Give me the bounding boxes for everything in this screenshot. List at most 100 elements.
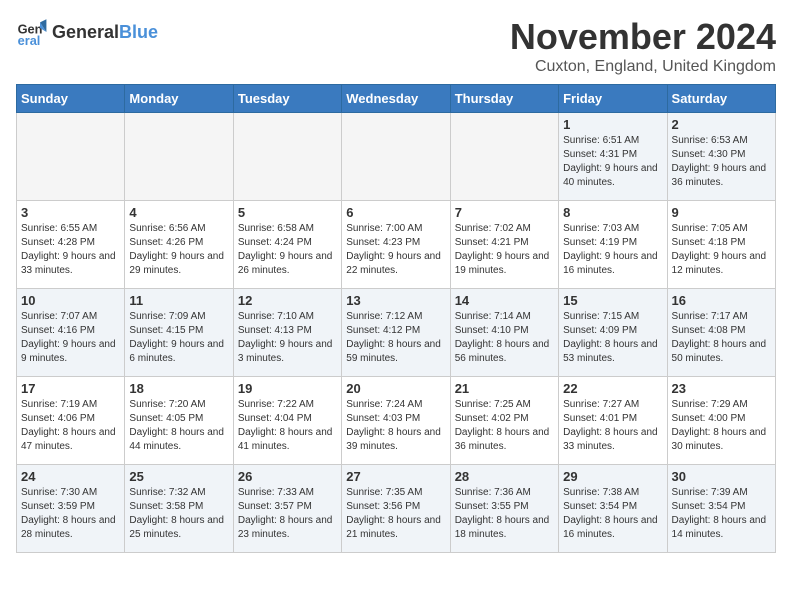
day-info: Sunrise: 6:55 AM Sunset: 4:28 PM Dayligh…: [21, 222, 120, 278]
calendar-table: SundayMondayTuesdayWednesdayThursdayFrid…: [16, 84, 776, 553]
day-info: Sunrise: 7:10 AM Sunset: 4:13 PM Dayligh…: [238, 310, 337, 366]
day-number: 15: [563, 293, 662, 308]
day-info: Sunrise: 7:35 AM Sunset: 3:56 PM Dayligh…: [346, 486, 445, 542]
day-number: 14: [455, 293, 554, 308]
day-number: 21: [455, 381, 554, 396]
calendar-cell: 19 Sunrise: 7:22 AM Sunset: 4:04 PM Dayli…: [233, 377, 341, 465]
calendar-cell: 5 Sunrise: 6:58 AM Sunset: 4:24 PM Daylig…: [233, 201, 341, 289]
calendar-cell: 26Sunrise: 7:33 AM Sunset: 3:57 PM Dayli…: [233, 465, 341, 553]
calendar-cell: 22 Sunrise: 7:27 AM Sunset: 4:01 PM Dayli…: [559, 377, 667, 465]
svg-text:eral: eral: [18, 33, 41, 48]
day-info: Sunrise: 7:32 AM Sunset: 3:58 PM Dayligh…: [129, 486, 228, 542]
calendar-cell: 4Sunrise: 6:56 AM Sunset: 4:26 PM Daylig…: [125, 201, 233, 289]
calendar-cell: 14 Sunrise: 7:14 AM Sunset: 4:10 PM Dayli…: [450, 289, 558, 377]
calendar-cell: 9 Sunrise: 7:05 AM Sunset: 4:18 PM Daylig…: [667, 201, 775, 289]
day-number: 9: [672, 205, 771, 220]
calendar-cell: 10 Sunrise: 7:07 AM Sunset: 4:16 PM Dayli…: [17, 289, 125, 377]
logo-icon: Gen eral: [16, 16, 48, 48]
calendar-cell: [450, 113, 558, 201]
day-info: Sunrise: 7:19 AM Sunset: 4:06 PM Dayligh…: [21, 398, 120, 454]
title-area: November 2024 Cuxton, England, United Ki…: [510, 16, 776, 76]
day-header-saturday: Saturday: [667, 85, 775, 113]
day-info: Sunrise: 7:22 AM Sunset: 4:04 PM Dayligh…: [238, 398, 337, 454]
calendar-cell: [17, 113, 125, 201]
day-number: 19: [238, 381, 337, 396]
day-header-sunday: Sunday: [17, 85, 125, 113]
day-info: Sunrise: 7:14 AM Sunset: 4:10 PM Dayligh…: [455, 310, 554, 366]
calendar-week-row: 1 Sunrise: 6:51 AM Sunset: 4:31 PM Daylig…: [17, 113, 776, 201]
day-info: Sunrise: 7:02 AM Sunset: 4:21 PM Dayligh…: [455, 222, 554, 278]
day-number: 2: [672, 117, 771, 132]
day-info: Sunrise: 6:58 AM Sunset: 4:24 PM Dayligh…: [238, 222, 337, 278]
month-title: November 2024: [510, 16, 776, 58]
calendar-cell: 29Sunrise: 7:38 AM Sunset: 3:54 PM Dayli…: [559, 465, 667, 553]
day-info: Sunrise: 7:05 AM Sunset: 4:18 PM Dayligh…: [672, 222, 771, 278]
calendar-cell: 13 Sunrise: 7:12 AM Sunset: 4:12 PM Dayli…: [342, 289, 450, 377]
day-number: 24: [21, 469, 120, 484]
day-info: Sunrise: 7:15 AM Sunset: 4:09 PM Dayligh…: [563, 310, 662, 366]
calendar-header-row: SundayMondayTuesdayWednesdayThursdayFrid…: [17, 85, 776, 113]
calendar-cell: [233, 113, 341, 201]
day-info: Sunrise: 7:27 AM Sunset: 4:01 PM Dayligh…: [563, 398, 662, 454]
calendar-cell: 1 Sunrise: 6:51 AM Sunset: 4:31 PM Daylig…: [559, 113, 667, 201]
day-number: 29: [563, 469, 662, 484]
day-number: 23: [672, 381, 771, 396]
logo-text-general: General: [52, 22, 119, 42]
day-number: 7: [455, 205, 554, 220]
day-header-tuesday: Tuesday: [233, 85, 341, 113]
calendar-cell: 12 Sunrise: 7:10 AM Sunset: 4:13 PM Dayli…: [233, 289, 341, 377]
day-info: Sunrise: 6:51 AM Sunset: 4:31 PM Dayligh…: [563, 134, 662, 190]
day-number: 18: [129, 381, 228, 396]
day-number: 30: [672, 469, 771, 484]
day-info: Sunrise: 7:33 AM Sunset: 3:57 PM Dayligh…: [238, 486, 337, 542]
calendar-cell: 3Sunrise: 6:55 AM Sunset: 4:28 PM Daylig…: [17, 201, 125, 289]
logo-text-blue: Blue: [119, 22, 158, 42]
calendar-cell: 21Sunrise: 7:25 AM Sunset: 4:02 PM Dayli…: [450, 377, 558, 465]
day-number: 17: [21, 381, 120, 396]
day-number: 6: [346, 205, 445, 220]
day-number: 27: [346, 469, 445, 484]
calendar-cell: 28 Sunrise: 7:36 AM Sunset: 3:55 PM Dayli…: [450, 465, 558, 553]
calendar-week-row: 10 Sunrise: 7:07 AM Sunset: 4:16 PM Dayli…: [17, 289, 776, 377]
day-info: Sunrise: 7:30 AM Sunset: 3:59 PM Dayligh…: [21, 486, 120, 542]
logo: Gen eral GeneralBlue: [16, 16, 158, 48]
day-info: Sunrise: 7:00 AM Sunset: 4:23 PM Dayligh…: [346, 222, 445, 278]
day-header-friday: Friday: [559, 85, 667, 113]
day-info: Sunrise: 7:03 AM Sunset: 4:19 PM Dayligh…: [563, 222, 662, 278]
calendar-cell: 30 Sunrise: 7:39 AM Sunset: 3:54 PM Dayli…: [667, 465, 775, 553]
calendar-cell: 8 Sunrise: 7:03 AM Sunset: 4:19 PM Daylig…: [559, 201, 667, 289]
calendar-cell: 11 Sunrise: 7:09 AM Sunset: 4:15 PM Dayli…: [125, 289, 233, 377]
day-number: 28: [455, 469, 554, 484]
calendar-week-row: 24 Sunrise: 7:30 AM Sunset: 3:59 PM Dayli…: [17, 465, 776, 553]
calendar-cell: [342, 113, 450, 201]
day-info: Sunrise: 7:36 AM Sunset: 3:55 PM Dayligh…: [455, 486, 554, 542]
day-number: 5: [238, 205, 337, 220]
day-number: 1: [563, 117, 662, 132]
day-number: 8: [563, 205, 662, 220]
day-info: Sunrise: 7:07 AM Sunset: 4:16 PM Dayligh…: [21, 310, 120, 366]
day-number: 13: [346, 293, 445, 308]
day-info: Sunrise: 6:56 AM Sunset: 4:26 PM Dayligh…: [129, 222, 228, 278]
day-info: Sunrise: 7:09 AM Sunset: 4:15 PM Dayligh…: [129, 310, 228, 366]
calendar-cell: 16Sunrise: 7:17 AM Sunset: 4:08 PM Dayli…: [667, 289, 775, 377]
calendar-week-row: 17 Sunrise: 7:19 AM Sunset: 4:06 PM Dayli…: [17, 377, 776, 465]
calendar-cell: 2Sunrise: 6:53 AM Sunset: 4:30 PM Daylig…: [667, 113, 775, 201]
day-info: Sunrise: 7:12 AM Sunset: 4:12 PM Dayligh…: [346, 310, 445, 366]
day-info: Sunrise: 7:24 AM Sunset: 4:03 PM Dayligh…: [346, 398, 445, 454]
day-number: 20: [346, 381, 445, 396]
day-info: Sunrise: 7:29 AM Sunset: 4:00 PM Dayligh…: [672, 398, 771, 454]
day-header-thursday: Thursday: [450, 85, 558, 113]
day-info: Sunrise: 7:39 AM Sunset: 3:54 PM Dayligh…: [672, 486, 771, 542]
calendar-cell: 27 Sunrise: 7:35 AM Sunset: 3:56 PM Dayli…: [342, 465, 450, 553]
day-number: 22: [563, 381, 662, 396]
day-header-wednesday: Wednesday: [342, 85, 450, 113]
day-info: Sunrise: 7:17 AM Sunset: 4:08 PM Dayligh…: [672, 310, 771, 366]
calendar-cell: 24 Sunrise: 7:30 AM Sunset: 3:59 PM Dayli…: [17, 465, 125, 553]
location-title: Cuxton, England, United Kingdom: [510, 58, 776, 76]
day-number: 12: [238, 293, 337, 308]
day-number: 10: [21, 293, 120, 308]
day-number: 11: [129, 293, 228, 308]
day-number: 25: [129, 469, 228, 484]
calendar-cell: 18Sunrise: 7:20 AM Sunset: 4:05 PM Dayli…: [125, 377, 233, 465]
calendar-cell: 17 Sunrise: 7:19 AM Sunset: 4:06 PM Dayli…: [17, 377, 125, 465]
